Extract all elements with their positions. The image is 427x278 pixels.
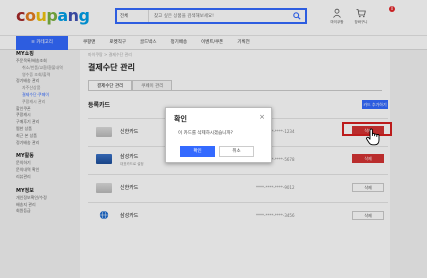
cancel-button[interactable]: 취소 [219,146,254,157]
confirm-button[interactable]: 확인 [180,146,215,157]
close-icon[interactable]: × [259,113,265,121]
dialog-title: 확인 [174,115,187,123]
dialog-message: 이 카드를 삭제하시겠습니까? [178,131,233,136]
confirm-dialog: 확인 × 이 카드를 삭제하시겠습니까? 확인 취소 [165,107,272,163]
hand-cursor-icon [366,128,380,146]
